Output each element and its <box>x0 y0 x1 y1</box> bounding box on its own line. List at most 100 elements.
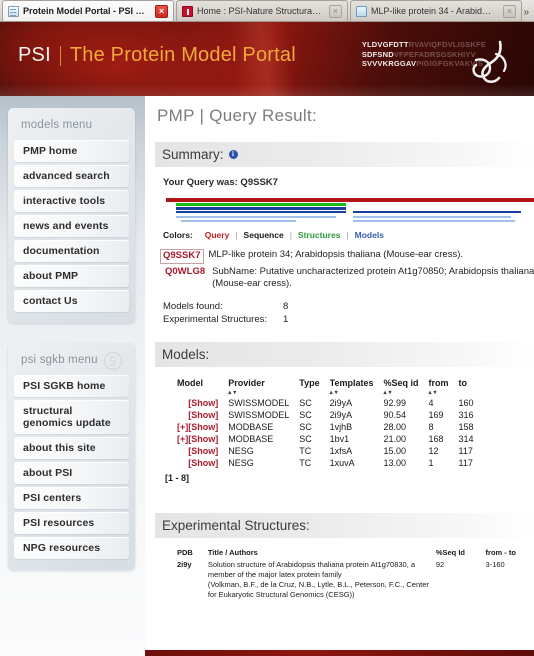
col-model-label: Model <box>177 377 203 388</box>
legend-item-structures[interactable]: Structures <box>298 230 341 240</box>
show-link[interactable]: [Show] <box>188 446 218 456</box>
accession-id[interactable]: Q9SSK7 <box>160 249 204 264</box>
sort-from[interactable]: ▴▾ <box>428 389 448 397</box>
summary-counts: Models found: 8 Experimental Structures:… <box>163 300 288 326</box>
sidebar-item-psi-sgkb-home[interactable]: PSI SGKB home <box>14 375 129 397</box>
sidebar-item-news-and-events[interactable]: news and events <box>14 215 129 237</box>
sort-templates[interactable]: ▴▾ <box>330 389 374 397</box>
cell-seqid: 92.99 <box>383 397 406 408</box>
models-table-body: [Show] SWISSMODEL SC 2i9yA 92.99 4 160 [Show] SW… <box>177 397 484 469</box>
experimental-section-header: Experimental Structures: <box>155 512 534 538</box>
sidebar-item-about-pmp[interactable]: about PMP <box>14 265 129 287</box>
model-action-cell: [Show] <box>177 445 228 457</box>
alignment-bar-model-light-3 <box>181 220 296 222</box>
experimental-structures-section: Experimental Structures: PDB Title / Aut… <box>155 512 534 602</box>
sort-provider[interactable]: ▴▾ <box>228 389 289 397</box>
cell-template: 1vjhB <box>329 421 353 432</box>
sidebar-item-advanced-search[interactable]: advanced search <box>14 165 129 187</box>
exp-pdb-link[interactable]: 2i9y <box>177 560 208 602</box>
sidebar-item-contact-us[interactable]: contact Us <box>14 290 129 312</box>
models-section: Models: Model Provider ▴▾ Type Templates… <box>155 341 534 483</box>
page-body: models menu PMP home advanced search int… <box>0 96 534 656</box>
alignment-bars <box>163 197 534 225</box>
browser-tab-1[interactable]: Home : PSI-Nature Structural Genomics...… <box>176 0 348 21</box>
experimental-structures-label: Experimental Structures: <box>163 313 268 325</box>
cell-type: TC <box>299 457 312 468</box>
legend-item-query[interactable]: Query <box>205 230 230 240</box>
sidebar-item-about-this-site[interactable]: about this site <box>14 437 129 459</box>
alignment-bar-model-light-2 <box>353 216 511 218</box>
model-action-cell: [+][Show] <box>177 433 228 445</box>
table-row[interactable]: [+][Show] MODBASE SC 1bv1 21.00 168 314 <box>177 433 484 445</box>
models-heading: Models: <box>162 346 210 362</box>
col-templates: Templates ▴▾ <box>330 377 384 397</box>
browser-tab-2-label: MLP-like protein 34 - Arabidopsis thalia… <box>371 6 496 16</box>
models-menu-heading: models menu <box>21 119 93 131</box>
col-model: Model <box>177 377 228 397</box>
tab-overflow-button[interactable]: » <box>523 7 534 21</box>
table-row[interactable]: [+][Show] MODBASE SC 1vjhB 28.00 8 158 <box>177 421 484 433</box>
sidebar-item-documentation[interactable]: documentation <box>14 240 129 262</box>
col-from: from ▴▾ <box>428 377 458 397</box>
col-seqid: %Seq id ▴▾ <box>383 377 428 397</box>
cell-from: 12 <box>428 445 439 456</box>
experimental-table: PDB Title / Authors %Seq Id from - to 2i… <box>177 548 534 602</box>
cell-provider: NESG <box>228 445 254 456</box>
close-icon[interactable]: × <box>155 4 168 18</box>
alignment-bar-model-light-4 <box>353 220 515 222</box>
sidebar-item-about-psi[interactable]: about PSI <box>14 462 129 484</box>
alignment-bar-sequence-green <box>176 203 346 206</box>
legend-item-models[interactable]: Models <box>355 230 384 240</box>
cell-type: SC <box>299 433 312 444</box>
sidebar-item-psi-resources[interactable]: PSI resources <box>14 512 129 534</box>
accession-id[interactable]: Q0WLG8 <box>163 266 207 279</box>
exp-col-title: Title / Authors <box>207 547 258 557</box>
info-icon[interactable]: i <box>228 150 238 159</box>
model-action-cell: [Show] <box>177 397 228 409</box>
table-row[interactable]: [Show] SWISSMODEL SC 2i9yA 90.54 169 316 <box>177 409 484 421</box>
alignment-bar-model-light-1 <box>176 216 336 218</box>
main-content: PMP | Query Result: Summary: i Your Quer… <box>145 96 534 656</box>
col-templates-label: Templates <box>329 377 374 388</box>
cell-from: 168 <box>428 433 444 444</box>
table-row[interactable]: [Show] SWISSMODEL SC 2i9yA 92.99 4 160 <box>177 397 484 409</box>
col-type: Type <box>299 377 329 397</box>
cell-template: 1xfsA <box>329 445 353 456</box>
show-link[interactable]: [Show] <box>188 410 218 420</box>
models-found-value: 8 <box>283 300 289 312</box>
accession-description: SubName: Putative uncharacterized protei… <box>212 265 534 290</box>
close-icon[interactable]: × <box>503 4 516 18</box>
table-row[interactable]: 2i9y Solution structure of Arabidopsis th… <box>177 560 534 602</box>
site-logo[interactable]: PSI The Protein Model Portal <box>18 44 296 67</box>
footer-bar <box>145 650 534 656</box>
browser-tab-2[interactable]: MLP-like protein 34 - Arabidopsis thalia… <box>350 0 522 21</box>
sgkb-menu-heading: psi sgkb menu <box>14 349 129 375</box>
browser-tab-0[interactable]: Protein Model Portal - PSI SGKB × <box>2 0 174 21</box>
close-icon[interactable]: × <box>329 4 342 18</box>
cell-to: 158 <box>458 421 474 432</box>
expand-link[interactable]: [+] <box>177 422 188 432</box>
sidebar-item-interactive-tools[interactable]: interactive tools <box>14 190 129 212</box>
sort-seqid[interactable]: ▴▾ <box>383 389 418 397</box>
accession-row: Q0WLG8 SubName: Putative uncharacterized… <box>163 266 534 291</box>
legend-separator: | <box>289 230 292 240</box>
show-link[interactable]: [Show] <box>188 398 218 408</box>
legend-item-sequence[interactable]: Sequence <box>244 230 284 240</box>
cell-to: 117 <box>458 445 473 456</box>
models-table-header-row: Model Provider ▴▾ Type Templates ▴▾ %Seq… <box>177 377 484 397</box>
sidebar-item-npg-resources[interactable]: NPG resources <box>14 537 129 559</box>
show-link[interactable]: [Show] <box>188 458 218 468</box>
seq-line-2-bright: SVVVKRGGAV <box>361 59 417 68</box>
table-row[interactable]: [Show] NESG TC 1xuvA 13.00 1 117 <box>177 457 484 469</box>
experimental-table-body: 2i9y Solution structure of Arabidopsis th… <box>177 560 534 602</box>
expand-link[interactable]: [+] <box>177 434 188 444</box>
sidebar-item-pmp-home[interactable]: PMP home <box>14 140 129 162</box>
cell-template: 2i9yA <box>329 409 353 420</box>
show-link[interactable]: [Show] <box>188 434 218 444</box>
show-link[interactable]: [Show] <box>188 422 218 432</box>
sidebar-item-psi-centers[interactable]: PSI centers <box>14 487 129 509</box>
table-row[interactable]: [Show] NESG TC 1xfsA 15.00 12 117 <box>177 445 484 457</box>
sidebar-item-structural-genomics-update[interactable]: structural genomics update <box>14 400 129 434</box>
cell-seqid: 15.00 <box>383 445 406 456</box>
models-pagination[interactable]: [1 - 8] <box>165 473 534 483</box>
